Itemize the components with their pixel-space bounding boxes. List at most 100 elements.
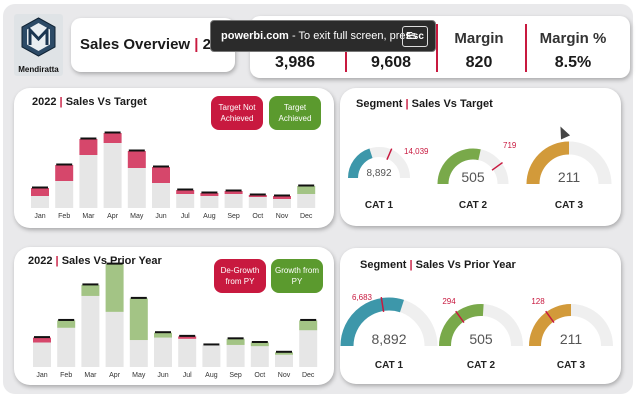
kpi-value: 9,608 <box>370 54 412 71</box>
gauge-value: 505 <box>461 169 485 185</box>
x-tick-label: Apr <box>109 372 121 379</box>
bar-actual[interactable] <box>200 196 219 208</box>
gauge-value: 211 <box>558 169 581 185</box>
bar-actual[interactable] <box>299 330 318 367</box>
bar-variance[interactable] <box>250 342 269 347</box>
x-tick-label: Jan <box>36 372 47 379</box>
legend-growth-button[interactable]: Growth from PY <box>271 259 323 293</box>
bar-actual[interactable] <box>250 346 269 367</box>
bar-variance[interactable] <box>81 284 100 296</box>
bar-actual[interactable] <box>248 197 267 208</box>
bar-variance[interactable] <box>152 167 170 183</box>
legend-degrowth-button[interactable]: De-Growth from PY <box>214 259 266 293</box>
bar-actual[interactable] <box>273 199 291 208</box>
x-tick-label: May <box>130 213 144 220</box>
bar-actual[interactable] <box>297 194 316 208</box>
bar-variance[interactable] <box>297 186 316 194</box>
x-tick-label: Sep <box>229 372 242 379</box>
bar-actual[interactable] <box>105 311 124 367</box>
company-logo: Mendiratta <box>14 14 63 76</box>
bar-marker <box>177 188 194 191</box>
x-tick-label: Mar <box>84 372 97 379</box>
x-tick-label: Nov <box>278 372 291 379</box>
bar-marker <box>274 194 290 197</box>
bar-actual[interactable] <box>103 143 122 208</box>
sales-vs-target-panel: 2022 | Sales Vs Target Target Not Achiev… <box>14 88 334 228</box>
bar-variance[interactable] <box>248 195 267 197</box>
gauge-value: 8,892 <box>371 331 406 347</box>
bar-actual[interactable] <box>154 337 172 367</box>
bar-variance[interactable] <box>200 193 219 196</box>
bar-variance[interactable] <box>79 139 98 155</box>
bar-marker <box>82 283 99 286</box>
bar-actual[interactable] <box>129 340 148 367</box>
bar-variance[interactable] <box>33 337 51 343</box>
x-tick-label: Mar <box>82 213 95 220</box>
x-tick-label: Jul <box>181 213 190 220</box>
logo-name: Mendiratta <box>18 65 59 74</box>
gauge-value: 505 <box>469 331 493 347</box>
bar-variance[interactable] <box>127 151 146 168</box>
x-tick-label: Jan <box>34 213 45 220</box>
bar-marker <box>249 193 266 196</box>
x-tick-label: Oct <box>252 213 263 220</box>
bar-marker <box>32 186 48 189</box>
bar-marker <box>128 149 145 152</box>
panel-title: 2022 | Sales Vs Prior Year <box>28 255 162 267</box>
legend-target-achieved-button[interactable]: Target Achieved <box>269 96 321 130</box>
bar-actual[interactable] <box>178 338 197 367</box>
bar-marker <box>56 163 73 166</box>
bar-marker <box>153 165 169 168</box>
bar-actual[interactable] <box>33 342 51 368</box>
kpi-margin-pct: Margin % 8.5% <box>528 16 618 78</box>
bar-actual[interactable] <box>226 344 245 367</box>
x-tick-label: Nov <box>276 213 289 220</box>
gauge-target-label: 14,039 <box>404 147 429 156</box>
bar-variance[interactable] <box>299 320 318 331</box>
gauge-category-label: CAT 3 <box>555 200 584 211</box>
x-tick-label: Dec <box>300 213 313 220</box>
bar-actual[interactable] <box>275 354 293 367</box>
bar-variance[interactable] <box>57 320 76 328</box>
bar-variance[interactable] <box>275 352 293 355</box>
bar-variance[interactable] <box>55 165 74 181</box>
bar-marker <box>227 337 244 340</box>
legend-target-not-achieved-button[interactable]: Target Not Achieved <box>211 96 263 130</box>
bar-marker <box>225 189 242 192</box>
esc-key[interactable]: Esc <box>402 26 428 47</box>
bar-variance[interactable] <box>129 298 148 341</box>
bar-variance[interactable] <box>31 188 49 196</box>
bar-actual[interactable] <box>81 295 100 367</box>
bar-actual[interactable] <box>127 168 146 208</box>
bar-actual[interactable] <box>202 344 221 367</box>
bar-actual[interactable] <box>55 181 74 208</box>
bar-variance[interactable] <box>103 133 122 143</box>
kpi-label: Margin <box>454 30 504 47</box>
bar-variance[interactable] <box>154 332 172 338</box>
bar-actual[interactable] <box>224 194 243 208</box>
bar-marker <box>179 334 196 337</box>
bar-actual[interactable] <box>79 155 98 208</box>
segment-target-gauges: 14,039 8,892 CAT 1 719 505 CAT 2 211 CAT 3 <box>348 141 612 211</box>
bar-actual[interactable] <box>31 196 49 208</box>
bar-variance[interactable] <box>273 196 291 199</box>
bar-actual[interactable] <box>152 183 170 208</box>
fullscreen-toast: powerbi.com - To exit full screen, press… <box>210 20 436 52</box>
x-tick-label: Aug <box>205 372 218 379</box>
bar-variance[interactable] <box>176 190 195 194</box>
bar-marker <box>300 318 317 321</box>
bar-variance[interactable] <box>105 264 124 312</box>
bar-variance[interactable] <box>226 338 245 345</box>
segment-py-gauges: 6,683 8,892 CAT 1 294 505 CAT 2 128 211 CAT 3 <box>340 293 613 371</box>
bar-variance[interactable] <box>178 336 197 339</box>
gauge-category-label: CAT 3 <box>557 360 586 371</box>
bar-actual[interactable] <box>176 194 195 208</box>
x-tick-label: Jun <box>155 213 166 220</box>
kpi-label: Margin % <box>539 30 607 47</box>
page-title: Sales Overview | 202 <box>80 36 228 53</box>
toast-message: - To exit full screen, press <box>292 30 417 42</box>
bar-variance[interactable] <box>224 191 243 194</box>
bar-actual[interactable] <box>57 327 76 367</box>
bar-marker <box>276 350 292 353</box>
bar-marker <box>58 318 75 321</box>
